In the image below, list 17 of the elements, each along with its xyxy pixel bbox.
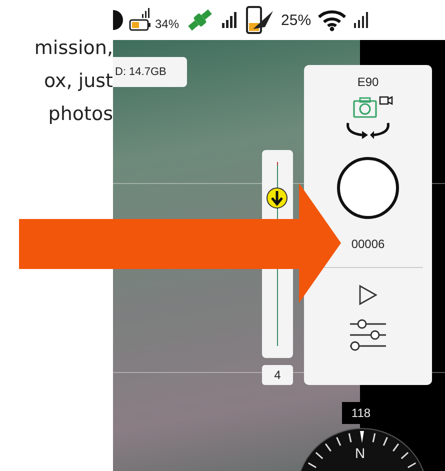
drone-battery-text: 34%	[155, 17, 180, 31]
wifi-icon	[317, 8, 348, 32]
battery-icon	[129, 8, 153, 32]
north-label: N	[355, 445, 366, 461]
caption-text: mission,	[34, 36, 113, 61]
storage-label: D: 14.7GB	[113, 57, 187, 87]
caption-text: photos	[48, 102, 113, 127]
play-icon[interactable]	[358, 284, 378, 306]
photo-count-text: 00006	[351, 237, 385, 251]
controller-battery-text: 25%	[281, 12, 312, 28]
camera-model-text: E90	[357, 75, 379, 89]
signal-icon	[221, 11, 240, 29]
settings-sliders-icon[interactable]	[348, 318, 388, 352]
remote-controller-icon	[245, 5, 276, 35]
caption-text: ox, just	[44, 69, 113, 94]
zoom-value: 4	[262, 365, 293, 385]
slider-thumb[interactable]	[266, 186, 288, 209]
